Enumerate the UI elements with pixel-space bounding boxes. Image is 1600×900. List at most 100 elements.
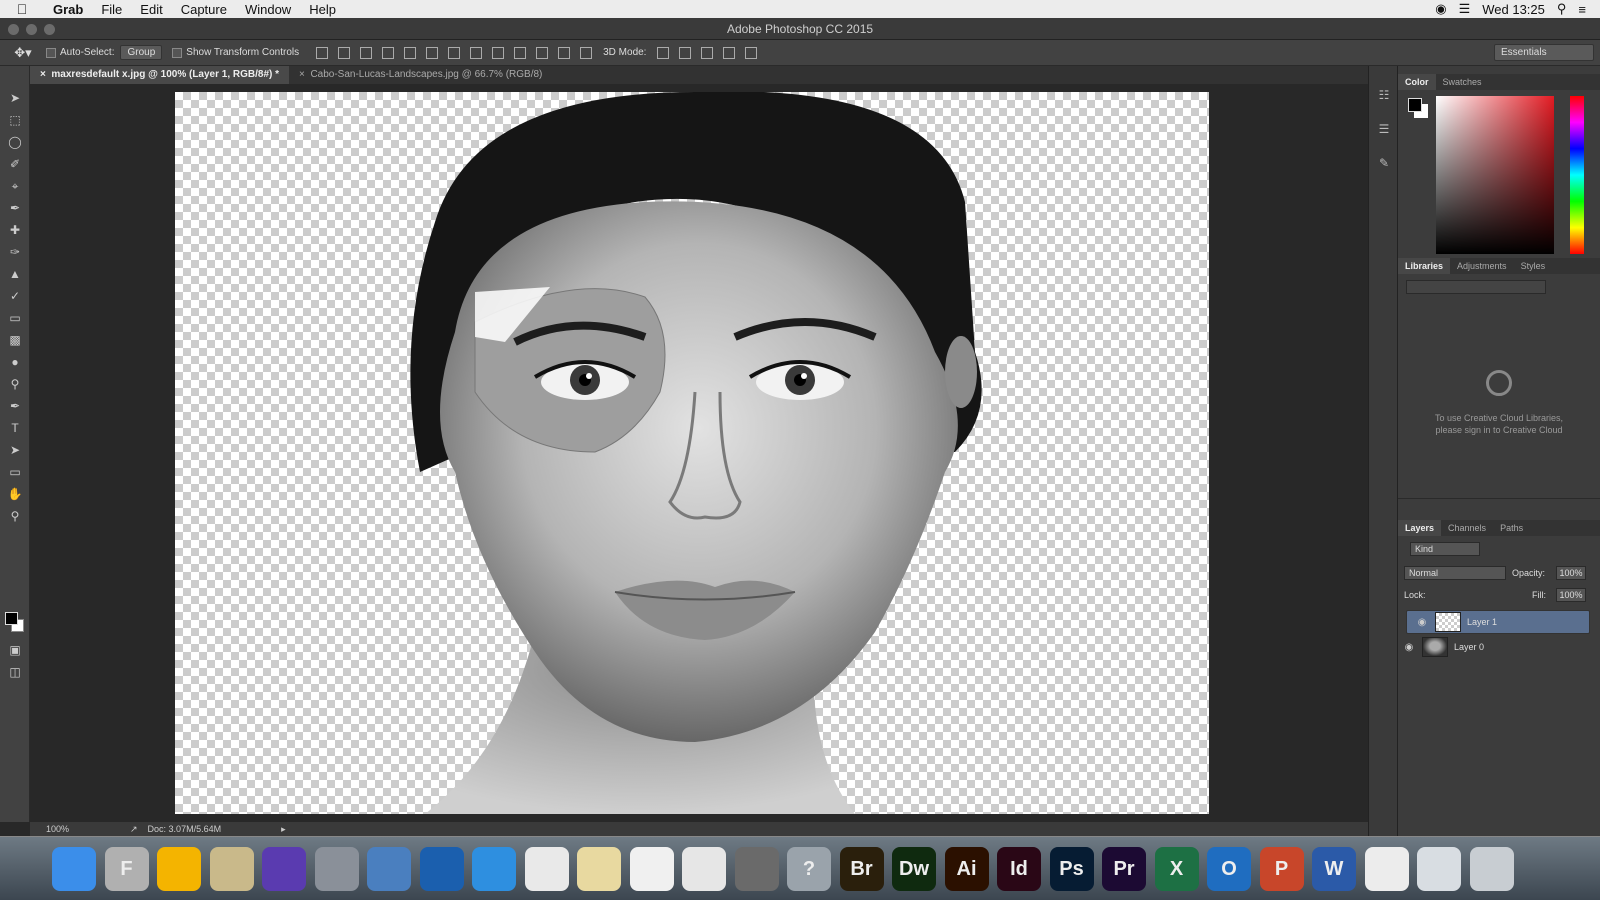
dock-app-icon[interactable] <box>209 847 254 891</box>
dock-app-icon[interactable] <box>682 847 726 891</box>
distribute-hcenter-icon[interactable] <box>536 46 549 59</box>
3d-drag-icon[interactable] <box>701 46 714 59</box>
dock-app-icon[interactable]: Ai <box>944 847 989 891</box>
align-top-icon[interactable] <box>316 46 329 59</box>
dock-app-icon[interactable] <box>1469 847 1514 891</box>
eraser-tool-icon[interactable]: ▭ <box>7 310 23 326</box>
tab-color[interactable]: Color <box>1398 74 1436 90</box>
dock-app-icon[interactable] <box>734 847 779 891</box>
dock-app-icon[interactable]: P <box>1259 847 1304 891</box>
pen-tool-icon[interactable]: ✒ <box>7 398 23 414</box>
creative-cloud-icon[interactable]: ◉ <box>1435 1 1446 17</box>
minimize-window-button[interactable] <box>26 24 37 35</box>
zoom-level[interactable]: 100% <box>30 824 130 834</box>
auto-select-checkbox[interactable] <box>46 47 56 58</box>
3d-slide-icon[interactable] <box>723 46 736 59</box>
dock-app-icon[interactable]: Br <box>839 847 884 891</box>
hue-slider[interactable] <box>1570 96 1584 254</box>
layer-row-layer-0[interactable]: ◉ Layer 0 <box>1400 635 1584 659</box>
properties-panel-icon[interactable]: ☰ <box>1376 122 1392 138</box>
status-menu-arrow-icon[interactable]: ▸ <box>281 824 286 835</box>
dock-app-icon[interactable]: W <box>1312 847 1356 891</box>
tab-libraries[interactable]: Libraries <box>1398 258 1451 274</box>
distribute-left-icon[interactable] <box>514 46 527 59</box>
dock-app-icon[interactable] <box>157 847 201 891</box>
lasso-tool-icon[interactable]: ◯ <box>7 134 23 150</box>
history-brush-tool-icon[interactable]: ✓ <box>7 288 23 304</box>
path-selection-tool-icon[interactable]: ➤ <box>7 442 23 458</box>
close-window-button[interactable] <box>8 24 19 35</box>
apple-icon[interactable]:  <box>0 1 44 17</box>
export-icon[interactable]: ↗ <box>130 824 138 835</box>
screen-mode-icon[interactable]: ◫ <box>7 664 23 680</box>
menu-edit[interactable]: Edit <box>131 2 171 17</box>
hand-tool-icon[interactable]: ✋ <box>7 486 23 502</box>
dock-app-icon[interactable] <box>629 847 674 891</box>
dock-app-icon[interactable]: O <box>1207 847 1251 891</box>
dock-app-icon[interactable] <box>419 847 464 891</box>
dock-app-icon[interactable] <box>262 847 306 891</box>
tab-adjustments[interactable]: Adjustments <box>1450 258 1514 274</box>
foreground-color-swatch[interactable] <box>5 612 18 625</box>
menu-file[interactable]: File <box>92 2 131 17</box>
dock-app-icon[interactable] <box>472 847 516 891</box>
distribute-top-icon[interactable] <box>448 46 461 59</box>
tab-layers[interactable]: Layers <box>1398 520 1442 536</box>
wifi-icon[interactable]: ☰ <box>1459 1 1471 17</box>
move-tool-preset-icon[interactable]: ✥▾ <box>0 45 46 61</box>
clone-stamp-tool-icon[interactable]: ▲ <box>7 266 23 282</box>
dock-app-icon[interactable] <box>367 847 411 891</box>
dock-app-icon[interactable]: Ps <box>1049 847 1094 891</box>
notification-center-icon[interactable]: ≡ <box>1578 2 1586 17</box>
color-picker-field[interactable] <box>1436 96 1554 254</box>
dock-app-icon[interactable] <box>52 847 96 891</box>
dock-app-icon[interactable]: ? <box>787 847 831 891</box>
auto-align-icon[interactable] <box>580 46 593 59</box>
zoom-tool-icon[interactable]: ⚲ <box>7 508 23 524</box>
brush-tool-icon[interactable]: ✑ <box>7 244 23 260</box>
close-tab-icon[interactable]: × <box>40 69 46 80</box>
align-right-icon[interactable] <box>426 46 439 59</box>
close-tab-icon[interactable]: × <box>299 69 305 80</box>
align-vcenter-icon[interactable] <box>338 46 351 59</box>
healing-brush-tool-icon[interactable]: ✚ <box>7 222 23 238</box>
marquee-tool-icon[interactable]: ⬚ <box>7 112 23 128</box>
tab-paths[interactable]: Paths <box>1493 520 1530 536</box>
distribute-bottom-icon[interactable] <box>492 46 505 59</box>
history-panel-icon[interactable]: ☷ <box>1376 88 1392 104</box>
dock-app-icon[interactable] <box>1417 847 1461 891</box>
tab-channels[interactable]: Channels <box>1441 520 1493 536</box>
type-tool-icon[interactable]: T <box>7 420 23 436</box>
tab-styles[interactable]: Styles <box>1514 258 1553 274</box>
3d-scale-icon[interactable] <box>745 46 758 59</box>
tab-swatches[interactable]: Swatches <box>1436 74 1489 90</box>
dock-app-icon[interactable] <box>1364 847 1409 891</box>
layer-filter-kind[interactable]: Kind <box>1410 542 1480 556</box>
transform-controls-checkbox[interactable] <box>172 47 183 58</box>
document-size[interactable]: Doc: 3.07M/5.64M <box>138 824 222 834</box>
dock-app-icon[interactable]: Id <box>997 847 1041 891</box>
tab-maxresdefault[interactable]: × maxresdefault x.jpg @ 100% (Layer 1, R… <box>30 66 290 84</box>
dock-app-icon[interactable]: Dw <box>892 847 936 891</box>
library-dropdown[interactable] <box>1406 280 1546 294</box>
gradient-tool-icon[interactable]: ▩ <box>7 332 23 348</box>
menu-capture[interactable]: Capture <box>172 2 236 17</box>
tab-cabo-san-lucas[interactable]: × Cabo-San-Lucas-Landscapes.jpg @ 66.7% … <box>289 66 552 84</box>
dock-app-icon[interactable]: F <box>104 847 149 891</box>
dock-app-icon[interactable]: X <box>1154 847 1199 891</box>
menu-help[interactable]: Help <box>300 2 345 17</box>
zoom-window-button[interactable] <box>44 24 55 35</box>
panel-foreground-swatch[interactable] <box>1408 98 1422 112</box>
eyedropper-tool-icon[interactable]: ✒ <box>7 200 23 216</box>
clock[interactable]: Wed 13:25 <box>1482 2 1545 17</box>
align-hcenter-icon[interactable] <box>404 46 417 59</box>
opacity-field[interactable]: 100% <box>1556 566 1586 580</box>
align-left-icon[interactable] <box>382 46 395 59</box>
visibility-eye-icon[interactable]: ◉ <box>1413 617 1431 628</box>
rectangle-tool-icon[interactable]: ▭ <box>7 464 23 480</box>
distribute-right-icon[interactable] <box>558 46 571 59</box>
character-panel-icon[interactable]: ✎ <box>1376 156 1392 172</box>
move-tool-icon[interactable]: ➤ <box>7 90 23 106</box>
layer-row-layer-1[interactable]: ◉ Layer 1 <box>1406 610 1590 634</box>
spotlight-icon[interactable]: ⚲ <box>1557 1 1567 17</box>
